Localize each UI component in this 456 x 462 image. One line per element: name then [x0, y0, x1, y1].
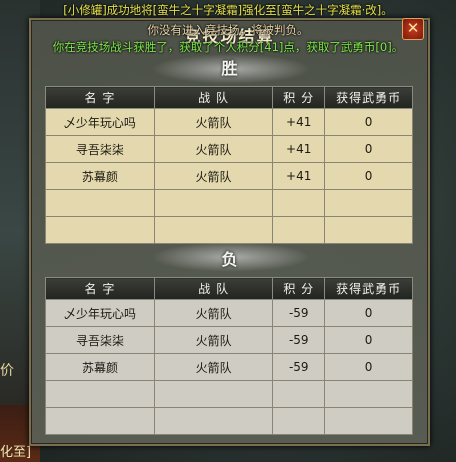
column-header-team: 战 队 [153, 277, 274, 300]
system-chat-messages: [小修罐]成功地将[蛮牛之十字凝霜]强化至[蛮牛之十字凝霜·改]。 你没有进入竞… [0, 0, 456, 40]
table-row[interactable]: 乄少年玩心吗 火箭队 -59 0 [45, 299, 413, 327]
player-score: -59 [272, 326, 326, 354]
winners-section-title: 胜 [221, 59, 238, 78]
player-score: +41 [272, 108, 326, 136]
column-header-coins: 获得武勇币 [324, 86, 413, 109]
table-row[interactable]: 苏幕颜 火箭队 -59 0 [45, 353, 413, 381]
player-coins: 0 [324, 108, 413, 136]
player-name: 乄少年玩心吗 [45, 108, 155, 136]
player-team: 火箭队 [153, 353, 274, 381]
player-team: 火箭队 [153, 299, 274, 327]
player-team: 火箭队 [153, 326, 274, 354]
table-row[interactable]: 寻吾柒柒 火箭队 +41 0 [45, 135, 413, 163]
player-name: 苏幕颜 [45, 162, 155, 190]
player-coins: 0 [324, 299, 413, 327]
player-team: 火箭队 [153, 135, 274, 163]
table-row[interactable]: 苏幕颜 火箭队 +41 0 [45, 162, 413, 190]
column-header-coins: 获得武勇币 [324, 277, 413, 300]
chat-message-victory: 你在竞技场战斗获胜了，获取了个人积分[41]点，获取了武勇币[0]。 [52, 40, 404, 54]
chat-message-forfeit: 你没有进入竞技场，将被判负。 [147, 23, 309, 37]
winners-table: 名 字 战 队 积 分 获得武勇币 乄少年玩心吗 火箭队 +41 0 寻吾柒柒 … [45, 86, 413, 244]
background-side-text-bottom: 化至] [0, 445, 32, 460]
player-coins: 0 [324, 353, 413, 381]
player-coins: 0 [324, 326, 413, 354]
empty-row [45, 407, 413, 435]
player-coins: 0 [324, 135, 413, 163]
chat-message-enhance: [小修罐]成功地将[蛮牛之十字凝霜]强化至[蛮牛之十字凝霜·改]。 [63, 3, 393, 17]
column-header-score: 积 分 [272, 277, 326, 300]
player-score: +41 [272, 135, 326, 163]
column-header-name: 名 字 [45, 277, 155, 300]
player-name: 乄少年玩心吗 [45, 299, 155, 327]
empty-row [45, 380, 413, 408]
column-header-name: 名 字 [45, 86, 155, 109]
player-name: 寻吾柒柒 [45, 326, 155, 354]
table-row[interactable]: 乄少年玩心吗 火箭队 +41 0 [45, 108, 413, 136]
column-header-score: 积 分 [272, 86, 326, 109]
player-score: -59 [272, 353, 326, 381]
empty-row [45, 216, 413, 244]
table-header-row: 名 字 战 队 积 分 获得武勇币 [45, 277, 413, 300]
arena-result-dialog: 竞技场结算 ✕ 胜 名 字 战 队 积 分 获得武勇币 乄少年玩心吗 火箭队 +… [29, 18, 430, 446]
table-row[interactable]: 寻吾柒柒 火箭队 -59 0 [45, 326, 413, 354]
column-header-team: 战 队 [153, 86, 274, 109]
player-name: 寻吾柒柒 [45, 135, 155, 163]
player-team: 火箭队 [153, 108, 274, 136]
player-score: +41 [272, 162, 326, 190]
empty-row [45, 189, 413, 217]
player-coins: 0 [324, 162, 413, 190]
background-side-text: 价 [0, 363, 14, 379]
player-name: 苏幕颜 [45, 353, 155, 381]
losers-table: 名 字 战 队 积 分 获得武勇币 乄少年玩心吗 火箭队 -59 0 寻吾柒柒 … [45, 277, 413, 435]
table-header-row: 名 字 战 队 积 分 获得武勇币 [45, 86, 413, 109]
losers-section-title: 负 [221, 250, 238, 269]
player-team: 火箭队 [153, 162, 274, 190]
player-score: -59 [272, 299, 326, 327]
